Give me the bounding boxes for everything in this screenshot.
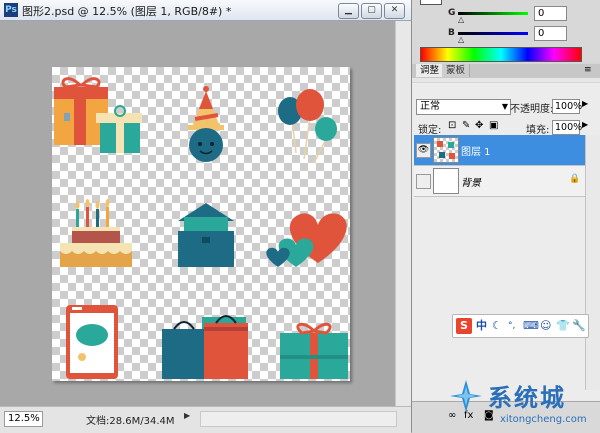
green-slider-thumb-icon[interactable]: △ xyxy=(458,15,464,24)
color-spectrum[interactable] xyxy=(420,47,582,62)
adjustments-tab-bar: 调整 蒙板 ≡ xyxy=(412,64,600,79)
zoom-level-field[interactable]: 12.5% xyxy=(4,411,43,427)
foreground-swatch[interactable] xyxy=(420,0,442,5)
layer-thumbnail xyxy=(433,137,459,163)
lock-label: 锁定: xyxy=(418,125,442,136)
hearts-illustration xyxy=(266,213,347,267)
watermark-url: xitongcheng.com xyxy=(500,414,587,425)
visibility-box-icon[interactable] xyxy=(416,174,431,189)
opacity-label: 不透明度: xyxy=(510,104,554,115)
blend-mode-value: 正常 xyxy=(420,101,440,112)
document-title-bar[interactable]: Ps 图形2.psd @ 12.5% (图层 1, RGB/8#) * ▁ ▢ … xyxy=(0,0,411,21)
document-window: Ps 图形2.psd @ 12.5% (图层 1, RGB/8#) * ▁ ▢ … xyxy=(0,0,412,433)
ime-toolbar[interactable]: S 中 ☾ °, ⌨ ☺ 👕 🔧 xyxy=(452,314,589,338)
tab-adjustments[interactable]: 调整 xyxy=(416,64,445,77)
close-button[interactable]: ✕ xyxy=(384,3,405,19)
minimize-button[interactable]: ▁ xyxy=(338,3,359,19)
punctuation-icon[interactable]: °, xyxy=(508,318,515,334)
fill-arrow-icon[interactable]: ▶ xyxy=(582,120,588,129)
green-channel-slider[interactable] xyxy=(458,12,528,15)
birthday-envelope-illustration xyxy=(178,203,234,267)
thumbnail-mark xyxy=(449,153,455,159)
lock-all-icon[interactable]: ▣ xyxy=(489,120,498,131)
adjustments-panel-body xyxy=(412,78,600,82)
blue-slider-thumb-icon[interactable]: △ xyxy=(458,35,464,44)
panel-menu-icon[interactable]: ≡ xyxy=(584,64,592,77)
status-bar: 12.5% 文档:28.6M/34.4M ▶ xyxy=(0,406,411,433)
gift-boxes-illustration xyxy=(54,77,142,153)
keyboard-icon[interactable]: ⌨ xyxy=(523,318,539,334)
opacity-field[interactable]: 100% xyxy=(552,99,582,114)
vertical-scrollbar[interactable] xyxy=(395,21,412,406)
layers-scrollbar[interactable] xyxy=(585,135,600,390)
lock-image-icon[interactable]: ✎ xyxy=(462,120,470,131)
birthday-cake-illustration xyxy=(60,199,132,267)
blend-mode-select[interactable]: 正常 ▼ xyxy=(416,99,511,115)
fill-field[interactable]: 100% xyxy=(552,120,582,135)
input-mode-toggle[interactable]: 中 xyxy=(476,318,487,334)
layer-thumbnail xyxy=(433,168,459,194)
watermark-logo-icon xyxy=(450,380,482,412)
blue-channel-label: B xyxy=(448,28,455,38)
lock-icon: 🔒 xyxy=(569,174,581,184)
canvas-area[interactable] xyxy=(0,21,395,406)
balloons-illustration xyxy=(278,89,337,164)
tools-wrench-icon[interactable]: 🔧 xyxy=(572,318,586,334)
layer-name[interactable]: 背景 xyxy=(461,174,481,189)
party-hat-face-illustration xyxy=(188,86,224,162)
document-title: 图形2.psd @ 12.5% (图层 1, RGB/8#) * xyxy=(22,5,232,18)
document-canvas[interactable] xyxy=(52,67,350,381)
thumbnail-mark xyxy=(439,152,445,158)
watermark-title: 系统城 xyxy=(488,384,566,412)
green-channel-label: G xyxy=(448,8,456,18)
opacity-arrow-icon[interactable]: ▶ xyxy=(582,99,588,108)
horizontal-scrollbar[interactable] xyxy=(200,411,397,427)
artwork xyxy=(54,77,348,379)
chevron-down-icon: ▼ xyxy=(501,102,508,111)
photoshop-icon: Ps xyxy=(4,3,18,17)
watermark: 系统城 xitongcheng.com xyxy=(440,372,600,432)
birthday-phone-illustration xyxy=(66,305,118,379)
document-size-info: 文档:28.6M/34.4M xyxy=(86,416,175,427)
layer-row-layer1[interactable]: 👁 图层 1 xyxy=(414,135,585,166)
face-icon[interactable]: ☺ xyxy=(540,318,551,334)
layer-row-background[interactable]: 背景 🔒 xyxy=(414,166,585,197)
maximize-icon[interactable]: ▢ xyxy=(361,3,382,19)
status-menu-arrow-icon[interactable]: ▶ xyxy=(184,411,194,423)
shopping-bags-illustration xyxy=(162,315,248,379)
blue-value-field[interactable]: 0 xyxy=(534,26,567,41)
skin-shirt-icon[interactable]: 👕 xyxy=(556,318,570,334)
fill-label: 填充: xyxy=(526,125,550,136)
moon-icon[interactable]: ☾ xyxy=(492,318,502,334)
thumbnail-mark xyxy=(437,141,443,147)
tab-masks[interactable]: 蒙板 xyxy=(442,64,471,77)
color-panel: G △ 0 B △ 0 xyxy=(412,0,600,62)
sogou-logo-icon[interactable]: S xyxy=(456,318,472,334)
visibility-eye-icon[interactable]: 👁 xyxy=(416,143,431,158)
blue-channel-slider[interactable] xyxy=(458,32,528,35)
lock-transparent-icon[interactable]: ⊡ xyxy=(448,120,456,131)
green-gift-illustration xyxy=(280,322,348,379)
lock-position-icon[interactable]: ✥ xyxy=(475,120,483,131)
right-panels: G △ 0 B △ 0 调整 蒙板 ≡ 图层 通道 路径 ≡ 正常 ▼ 不透明度… xyxy=(411,0,600,433)
thumbnail-mark xyxy=(448,142,454,148)
green-value-field[interactable]: 0 xyxy=(534,6,567,21)
layer-name[interactable]: 图层 1 xyxy=(461,143,491,158)
